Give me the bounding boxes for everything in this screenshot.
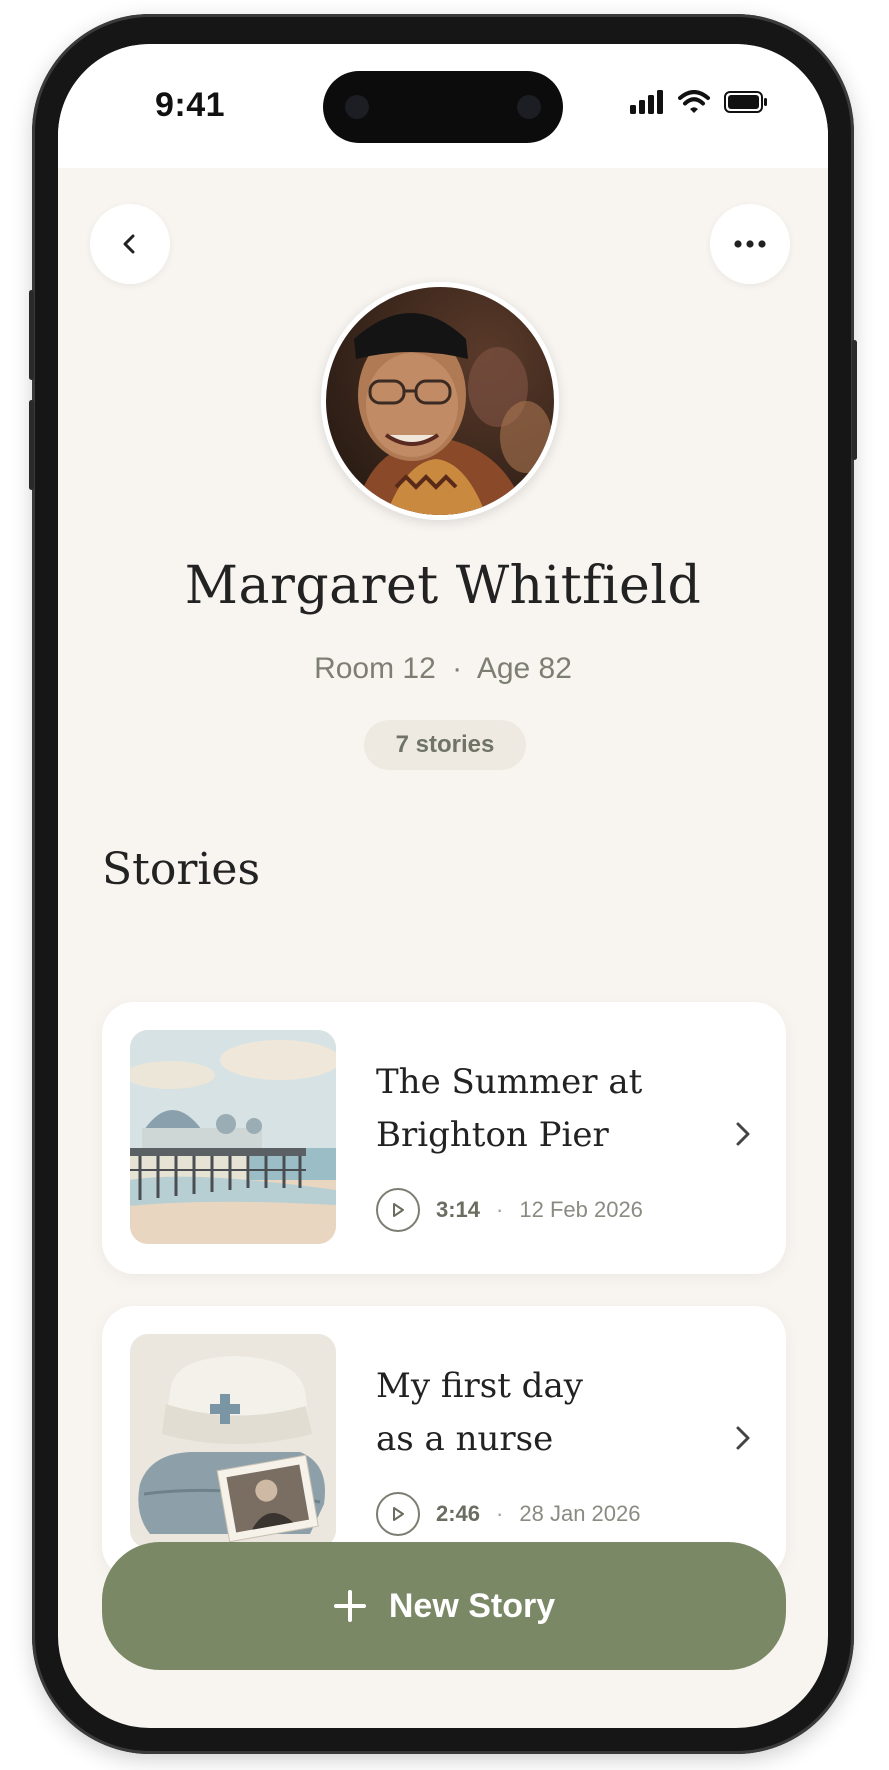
room-number: Room 12 xyxy=(314,652,436,685)
meta-separator: · xyxy=(496,1501,504,1526)
sensor-icon xyxy=(517,95,541,119)
more-horizontal-icon xyxy=(734,240,766,248)
story-date: 12 Feb 2026 xyxy=(519,1197,643,1222)
chevron-left-icon xyxy=(123,234,135,254)
back-button[interactable] xyxy=(90,204,170,284)
cellular-signal-icon xyxy=(630,90,663,114)
story-meta: 3:14 · 12 Feb 2026 xyxy=(376,1188,643,1232)
story-meta: 2:46 · 28 Jan 2026 xyxy=(376,1492,640,1536)
wifi-icon xyxy=(678,90,710,113)
age: Age 82 xyxy=(476,652,572,685)
chevron-right-icon xyxy=(736,1122,750,1146)
battery-icon xyxy=(724,91,767,113)
story-thumbnail xyxy=(130,1030,336,1244)
story-count-badge: 7 stories xyxy=(364,720,526,770)
dynamic-island xyxy=(323,71,563,143)
story-thumbnail xyxy=(130,1334,336,1548)
side-button xyxy=(852,340,857,460)
play-icon xyxy=(393,1507,404,1521)
new-story-button[interactable]: New Story xyxy=(102,1542,786,1670)
story-date: 28 Jan 2026 xyxy=(519,1501,641,1526)
story-title-line1: My first day xyxy=(376,1366,583,1406)
new-story-label: New Story xyxy=(388,1586,556,1625)
camera-icon xyxy=(345,95,369,119)
story-title-line2: Brighton Pier xyxy=(376,1115,609,1155)
story-title-line1: The Summer at xyxy=(376,1062,643,1102)
chevron-right-icon xyxy=(736,1426,750,1450)
volume-up-button xyxy=(29,290,34,380)
meta-separator: · xyxy=(496,1197,504,1222)
resident-name: Margaret Whitfield xyxy=(184,556,702,616)
story-card[interactable]: My first day as a nurse 2:46 · 28 Jan 20… xyxy=(102,1306,786,1578)
avatar xyxy=(321,282,559,520)
profile-photo xyxy=(326,287,554,515)
story-duration: 2:46 xyxy=(436,1501,481,1526)
screen: 9:41 Margaret Whitfield Room 12 · Age 82… xyxy=(58,44,828,1728)
story-card[interactable]: The Summer at Brighton Pier 3:14 · 12 Fe… xyxy=(102,1002,786,1274)
volume-down-button xyxy=(29,400,34,490)
play-icon xyxy=(393,1203,404,1217)
story-title-line2: as a nurse xyxy=(376,1419,554,1459)
resident-meta: Room 12 · Age 82 xyxy=(58,652,828,686)
story-duration: 3:14 xyxy=(436,1197,481,1222)
story-title: The Summer at Brighton Pier xyxy=(376,1056,706,1162)
more-options-button[interactable] xyxy=(710,204,790,284)
plus-icon xyxy=(333,1590,366,1622)
status-time: 9:41 xyxy=(155,86,226,124)
nurse-cap-illustration xyxy=(130,1334,336,1548)
brighton-pier-illustration xyxy=(130,1030,336,1244)
play-button[interactable] xyxy=(376,1492,420,1536)
play-button[interactable] xyxy=(376,1188,420,1232)
status-icons xyxy=(630,90,768,114)
meta-separator: · xyxy=(452,652,463,685)
story-title: My first day as a nurse xyxy=(376,1360,706,1466)
status-bar: 9:41 xyxy=(58,44,828,168)
stories-heading: Stories xyxy=(102,844,261,895)
